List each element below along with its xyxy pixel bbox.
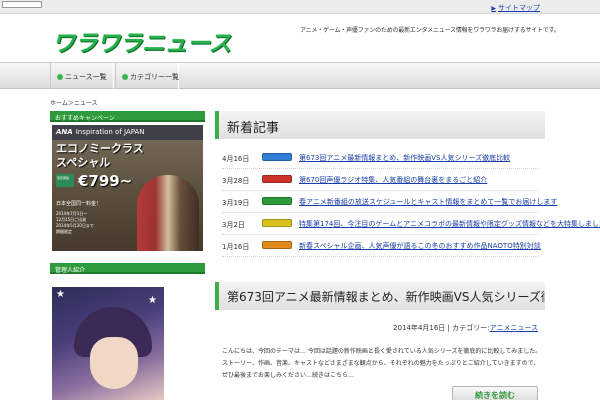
news-row: 1月16日 新春スペシャル企画、人気声優が語るこの冬のおすすめ作品NAOTO特別… xyxy=(222,235,541,257)
news-link[interactable]: 春アニメ新番組の放送スケジュールとキャスト情報をまとめて一覧でお届けします xyxy=(299,197,557,207)
character-face xyxy=(90,337,138,389)
main-nav: ニュース一覧 カテゴリー一覧 xyxy=(0,62,600,89)
news-date: 3月2日 xyxy=(222,221,245,229)
bullet-icon xyxy=(122,74,128,80)
profile-image: ★ ★ xyxy=(52,287,164,400)
news-link[interactable]: 第673回アニメ最新情報まとめ、新作映画VS人気シリーズ徹底比較 xyxy=(299,153,510,163)
nav-item-label: カテゴリー一覧 xyxy=(130,73,179,81)
site-logo[interactable]: ワラワラニュース xyxy=(52,24,231,58)
news-link[interactable]: 第670回声優ラジオ特集、人気番組の舞台裏をまるごと紹介 xyxy=(299,175,487,185)
category-badge[interactable] xyxy=(262,241,292,249)
top-bar: ▶ サイトマップ xyxy=(0,0,600,14)
star-icon: ★ xyxy=(56,289,65,300)
bullet-icon xyxy=(57,74,63,80)
site-header: ワラワラニュース アニメ・ゲーム・声優ファンのための最新エンタメニュース情報をワ… xyxy=(0,15,600,62)
read-more-button[interactable]: 続きを読む xyxy=(452,386,538,400)
news-row: 3月28日 第670回声優ラジオ特集、人気番組の舞台裏をまるごと紹介 xyxy=(222,169,538,191)
news-date: 4月16日 xyxy=(222,155,250,163)
category-badge[interactable] xyxy=(262,197,292,205)
post-category-link[interactable]: アニメニュース xyxy=(489,324,538,332)
nav-item-label: ニュース一覧 xyxy=(65,73,107,81)
post-category-prefix: カテゴリー: xyxy=(452,324,490,332)
ad-badge: 東京発着 xyxy=(56,174,74,187)
ad-small-print: 2014年7月1日〜 12月15日ご出発 2014年5月20日まで 期間限定 xyxy=(56,211,94,234)
news-row: 4月16日 第673回アニメ最新情報まとめ、新作映画VS人気シリーズ徹底比較 xyxy=(222,147,538,169)
ad-tagline: Inspiration of JAPAN xyxy=(75,128,145,136)
news-date: 3月28日 xyxy=(222,177,250,185)
search-input[interactable] xyxy=(2,1,42,8)
ad-subtext: 日本全国同一料金！ xyxy=(56,201,102,207)
category-badge[interactable] xyxy=(262,153,292,161)
category-badge[interactable] xyxy=(262,219,292,227)
post-meta: 2014年4月16日 | カテゴリー:アニメニュース xyxy=(393,324,538,332)
nav-item-news-list[interactable]: ニュース一覧 xyxy=(50,63,114,89)
star-icon: ★ xyxy=(148,295,157,306)
news-link[interactable]: 新春スペシャル企画、人気声優が語るこの冬のおすすめ作品NAOTO特別対談 xyxy=(299,241,541,251)
ad-title: エコノミークラス スペシャル xyxy=(56,142,144,170)
category-badge[interactable] xyxy=(262,175,292,183)
page: ▶ サイトマップ ワラワラニュース アニメ・ゲーム・声優ファンのための最新エンタメ… xyxy=(0,0,600,400)
news-row: 3月19日 春アニメ新番組の放送スケジュールとキャスト情報をまとめて一覧でお届け… xyxy=(222,191,557,213)
sidebar-ad-heading: おすすめキャンペーン xyxy=(50,111,205,122)
site-tagline: アニメ・ゲーム・声優ファンのための最新エンタメニュース情報をワラワラお届けするサ… xyxy=(300,27,560,34)
news-link[interactable]: 特集第174回、今注目のゲームとアニメコラボの最新情報や限定グッズ情報などを大特… xyxy=(299,219,600,229)
sidebar-profile-heading: 管理人紹介 xyxy=(50,263,205,274)
news-date: 1月16日 xyxy=(222,243,250,251)
sitemap-link[interactable]: ▶ サイトマップ xyxy=(491,3,540,13)
sitemap-link-label: サイトマップ xyxy=(498,4,540,12)
post-title[interactable]: 第673回アニメ最新情報まとめ、新作映画VS人気シリーズ徹底比較 xyxy=(215,282,545,310)
breadcrumb: ホーム＞ニュース xyxy=(50,100,98,107)
ad-airline: ANA xyxy=(56,128,73,136)
news-date: 3月19日 xyxy=(222,199,250,207)
news-row: 3月2日 特集第174回、今注目のゲームとアニメコラボの最新情報や限定グッズ情報… xyxy=(222,213,600,235)
ad-banner[interactable]: ANA Inspiration of JAPAN エコノミークラス スペシャル 東京… xyxy=(52,125,203,251)
ad-photo xyxy=(137,175,199,251)
section-title: 新着記事 xyxy=(215,111,545,139)
post-excerpt: こんにちは、今回のテーマは… 今回は話題の新作映画と長く愛されている人気シリーズ… xyxy=(222,348,542,379)
arrow-right-icon: ▶ xyxy=(491,5,496,12)
ad-title-line2: スペシャル xyxy=(56,156,111,169)
ad-top-strip: ANA Inspiration of JAPAN xyxy=(52,125,203,140)
ad-price: €799~ xyxy=(78,172,133,190)
nav-item-category-list[interactable]: カテゴリー一覧 xyxy=(115,63,179,89)
ad-title-line1: エコノミークラス xyxy=(56,142,144,155)
post-date: 2014年4月16日 xyxy=(393,324,446,332)
